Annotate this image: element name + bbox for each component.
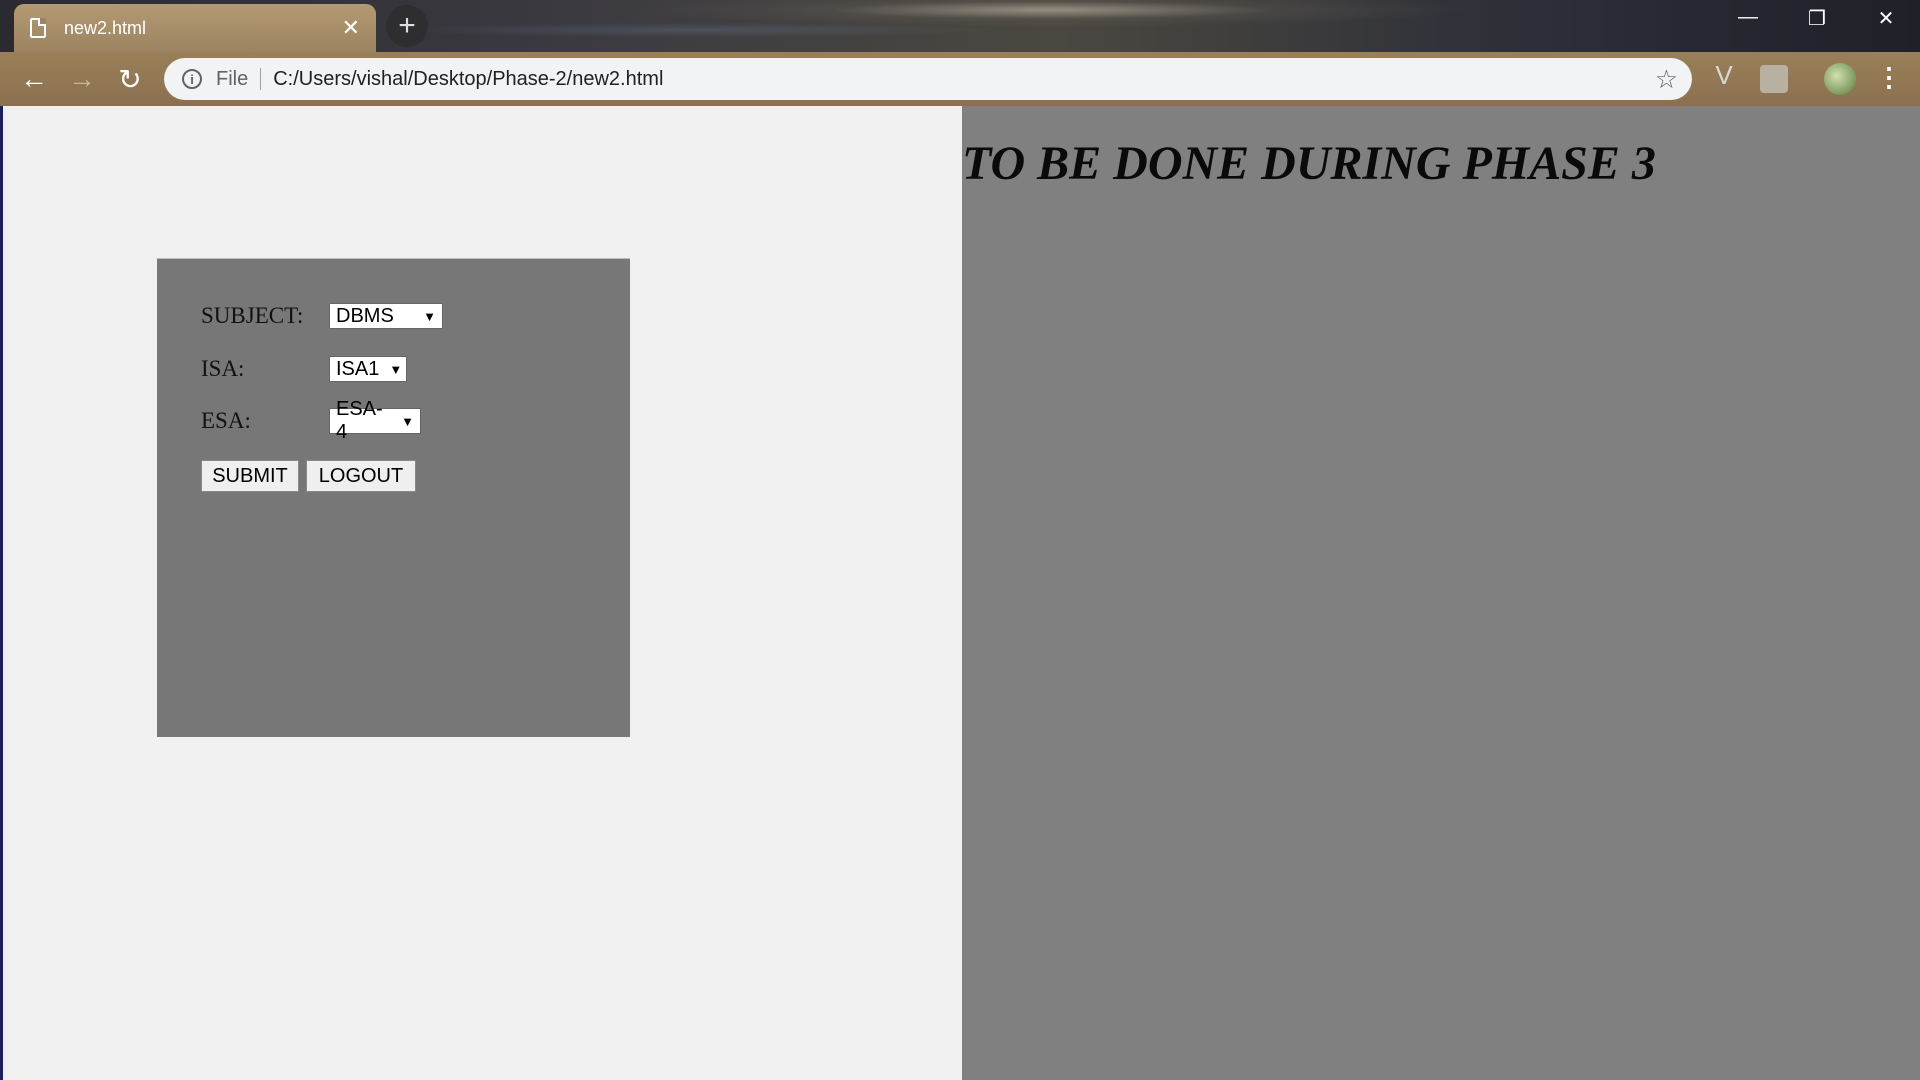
page-content: SUBJECT: DBMS ▼ ISA: ISA1 ▼ ESA: ESA-4 ▼ (0, 106, 1920, 1080)
submit-button[interactable]: SUBMIT (201, 460, 299, 492)
isa-row: ISA: ISA1 ▼ (201, 356, 407, 382)
right-pane: TO BE DONE DURING PHASE 3 (962, 106, 1920, 1080)
esa-label: ESA: (201, 408, 251, 433)
extension-icon[interactable] (1760, 65, 1788, 93)
minimize-button[interactable]: — (1728, 6, 1768, 29)
tab-close-icon[interactable]: ✕ (342, 17, 360, 39)
bookmark-star-icon[interactable]: ☆ (1655, 64, 1678, 95)
esa-select[interactable]: ESA-4 ▼ (329, 398, 421, 443)
subject-select[interactable]: DBMS ▼ (329, 303, 443, 329)
file-icon (30, 18, 46, 38)
info-icon[interactable]: i (182, 69, 202, 89)
browser-titlebar: new2.html ✕ + — ❐ ✕ (0, 0, 1920, 52)
isa-value: ISA1 (336, 357, 380, 380)
isa-select[interactable]: ISA1 ▼ (329, 356, 407, 382)
chevron-down-icon: ▼ (389, 361, 403, 377)
maximize-button[interactable]: ❐ (1797, 6, 1837, 31)
url-text[interactable]: C:/Users/vishal/Desktop/Phase-2/new2.htm… (273, 68, 663, 91)
profile-avatar[interactable] (1824, 63, 1856, 95)
left-pane: SUBJECT: DBMS ▼ ISA: ISA1 ▼ ESA: ESA-4 ▼ (0, 106, 962, 1080)
isa-label: ISA: (201, 356, 245, 381)
forward-button[interactable]: → (64, 61, 100, 97)
phase-heading: TO BE DONE DURING PHASE 3 (962, 137, 1656, 190)
address-bar[interactable]: i File C:/Users/vishal/Desktop/Phase-2/n… (164, 58, 1692, 100)
subject-value: DBMS (336, 304, 394, 327)
subject-label: SUBJECT: (201, 303, 304, 328)
tab-title: new2.html (64, 17, 147, 38)
chevron-down-icon: ▼ (423, 308, 436, 324)
browser-tab[interactable]: new2.html ✕ (14, 4, 376, 52)
logout-button[interactable]: LOGOUT (306, 460, 416, 492)
esa-row: ESA: ESA-4 ▼ (201, 398, 421, 443)
browser-menu-icon[interactable]: ⋮ (1876, 62, 1902, 93)
back-button[interactable]: ← (16, 61, 52, 97)
subject-row: SUBJECT: DBMS ▼ (201, 303, 443, 329)
selection-form: SUBJECT: DBMS ▼ ISA: ISA1 ▼ ESA: ESA-4 ▼ (157, 258, 630, 737)
new-tab-button[interactable]: + (386, 5, 428, 47)
browser-toolbar: ← → ↻ i File C:/Users/vishal/Desktop/Pha… (0, 52, 1920, 106)
esa-value: ESA-4 (336, 398, 383, 443)
file-scheme-label: File (216, 68, 262, 90)
close-window-button[interactable]: ✕ (1866, 6, 1906, 31)
vpn-extension-icon[interactable]: V (1710, 60, 1738, 90)
reload-button[interactable]: ↻ (112, 61, 148, 97)
chevron-down-icon: ▼ (401, 413, 414, 429)
